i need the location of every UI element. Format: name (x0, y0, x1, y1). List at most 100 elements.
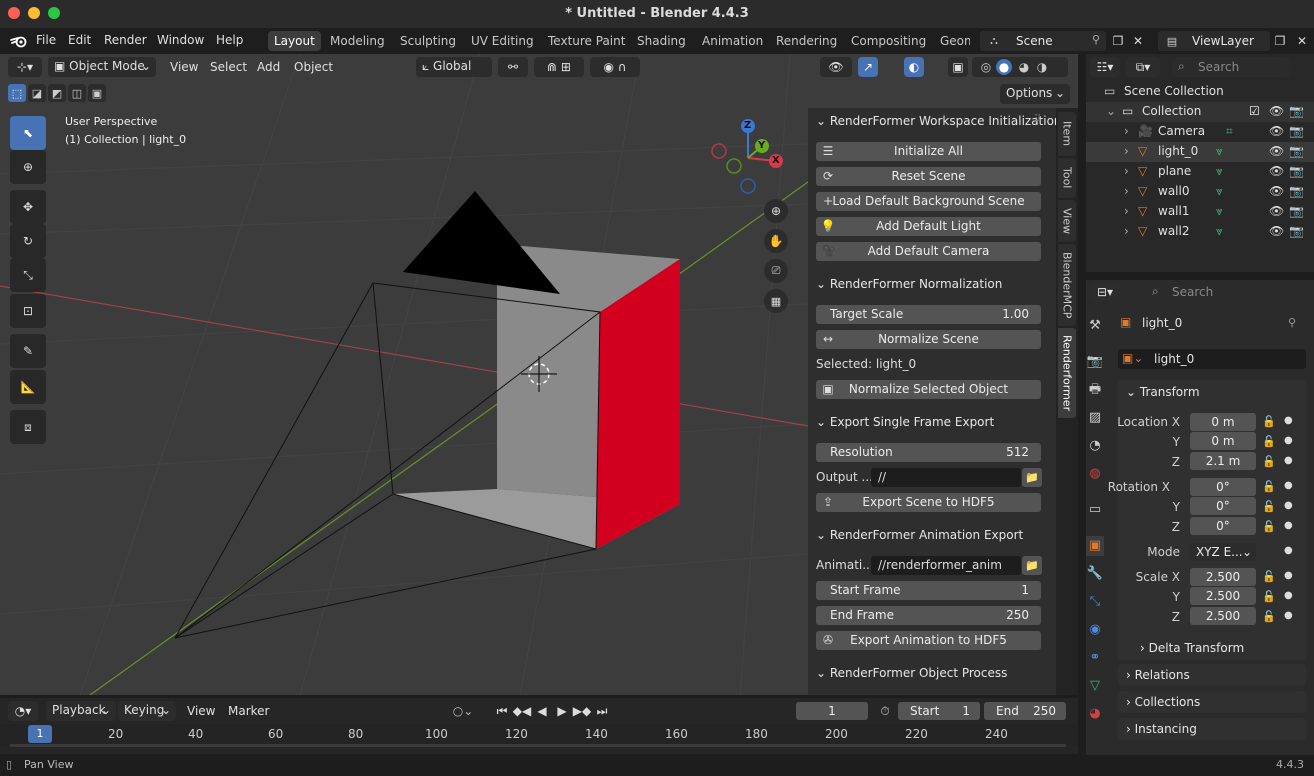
timeline-scrollbar[interactable] (10, 744, 1066, 747)
options-dropdown[interactable]: Options ⌄ (1000, 84, 1070, 104)
lock-icon[interactable]: 🔓 (1262, 415, 1276, 428)
select-invert-icon[interactable]: ◫ (68, 84, 86, 102)
outliner-item-wall1[interactable]: › ▽ wall1 ⩔ 👁 📷 (1086, 202, 1314, 222)
select-new-icon[interactable]: ⬚ (8, 84, 26, 102)
select-subtract-icon[interactable]: ◩ (48, 84, 66, 102)
keyframe-dot-icon[interactable]: ● (1284, 455, 1293, 466)
section-normalization-header[interactable]: ⌄ RenderFormer Normalization (816, 277, 1002, 291)
folder-icon[interactable]: 📁 (1022, 556, 1042, 575)
wireframe-shading-icon[interactable]: ◎ (978, 59, 994, 75)
eye-icon[interactable]: 👁 (1269, 144, 1284, 158)
export-scene-hdf5-button[interactable]: ⇪ Export Scene to HDF5 (816, 493, 1041, 512)
camera-render-icon[interactable]: 📷 (1289, 144, 1304, 158)
menu-edit[interactable]: Edit (68, 33, 91, 47)
eye-icon[interactable]: 👁 (1269, 204, 1284, 218)
delta-transform-header[interactable]: › Delta Transform (1140, 641, 1244, 655)
overlay-toggle-icon[interactable]: ◐ (904, 57, 924, 77)
outliner-search-input[interactable]: ⌕ Search (1172, 57, 1290, 77)
tab-compositing[interactable]: Compositing (845, 31, 932, 51)
tab-geometry-nodes[interactable]: Geom (934, 31, 970, 51)
menu-add[interactable]: Add (257, 60, 280, 74)
gizmo-toggle-icon[interactable]: ↗ (858, 57, 878, 77)
camera-render-icon[interactable]: 📷 (1289, 224, 1304, 238)
delete-scene-icon[interactable]: ✕ (1130, 33, 1146, 49)
camera-render-icon[interactable]: 📷 (1289, 204, 1304, 218)
tab-layout[interactable]: Layout (268, 31, 321, 51)
tab-tool[interactable]: Tool (1058, 158, 1076, 198)
keyframe-dot-icon[interactable]: ● (1284, 590, 1293, 601)
scale-x-field[interactable]: 2.500 (1190, 568, 1256, 586)
mesh-data-icon[interactable]: ⩔ (1216, 164, 1223, 179)
section-init-header[interactable]: ⌄ RenderFormer Workspace Initialization (816, 114, 1062, 128)
keyframe-dot-icon[interactable]: ● (1284, 415, 1293, 426)
object-name-input[interactable]: ▣⌄ light_0 (1118, 349, 1306, 369)
constraints-properties-icon[interactable]: ⚭ (1086, 648, 1104, 668)
eye-icon[interactable]: 👁 (1269, 124, 1284, 138)
modifier-properties-icon[interactable]: 🔧 (1086, 564, 1104, 584)
select-box-tool[interactable]: ⬉ (10, 116, 46, 150)
tab-rendering[interactable]: Rendering (770, 31, 843, 51)
view-layer-selector[interactable]: ▤ ViewLayer (1158, 31, 1270, 51)
tab-modeling[interactable]: Modeling (324, 31, 391, 51)
tool-settings-icon[interactable]: ⚒ (1086, 316, 1104, 336)
measure-tool[interactable]: 📐 (10, 370, 46, 404)
outliner-item-light-0[interactable]: › ▽ light_0 ⩔ 👁 📷 (1086, 142, 1314, 162)
menu-window[interactable]: Window (157, 33, 204, 47)
tab-view[interactable]: View (1058, 200, 1076, 242)
outliner-item-camera[interactable]: › 🎥 Camera ⌗ 👁 📷 (1086, 122, 1314, 142)
outliner-collection[interactable]: ⌄ ▭ Collection ☑ 👁 📷 (1086, 102, 1314, 122)
pin-icon[interactable]: ⚲ (1288, 316, 1296, 329)
output-path-input[interactable]: // (871, 468, 1021, 487)
transform-panel-header[interactable]: ⌄ Transform (1126, 385, 1200, 399)
location-z-field[interactable]: 2.1 m (1190, 452, 1256, 470)
mesh-data-icon[interactable]: ⩔ (1216, 204, 1223, 219)
outliner-item-wall2[interactable]: › ▽ wall2 ⩔ 👁 📷 (1086, 222, 1314, 242)
timeline-editor-icon[interactable]: ◔▾ (8, 701, 38, 721)
new-view-layer-icon[interactable]: ❐ (1272, 33, 1288, 49)
mesh-data-properties-icon[interactable]: ▽ (1086, 676, 1104, 696)
export-animation-hdf5-button[interactable]: ✇ Export Animation to HDF5 (816, 631, 1041, 650)
play-icon[interactable]: ▶ (552, 701, 572, 721)
jump-to-start-icon[interactable]: ⏮ (492, 701, 512, 721)
load-default-background-button[interactable]: + Load Default Background Scene (816, 192, 1041, 211)
keyframe-dot-icon[interactable]: ● (1284, 480, 1293, 491)
section-animation-header[interactable]: ⌄ RenderFormer Animation Export (816, 528, 1023, 542)
menu-object[interactable]: Object (294, 60, 333, 74)
perspective-toggle-icon[interactable]: ▦ (764, 289, 788, 313)
output-properties-icon[interactable]: 🖶 (1086, 380, 1104, 400)
eye-icon[interactable]: 👁 (1269, 184, 1284, 198)
mesh-data-icon[interactable]: ⩔ (1216, 224, 1223, 239)
current-frame-field[interactable]: 1 (796, 702, 868, 720)
outliner-scene-collection[interactable]: ▭ Scene Collection (1086, 82, 1314, 102)
shading-mode-group[interactable]: ◎ ● ◕ ◑ (972, 57, 1068, 77)
add-cube-tool[interactable]: ⧈ (10, 410, 46, 444)
menu-view[interactable]: View (170, 60, 198, 74)
transform-orientation-dropdown[interactable]: ⟀ Global (416, 57, 492, 77)
view-layer-properties-icon[interactable]: ▨ (1086, 408, 1104, 428)
keyframe-dot-icon[interactable]: ● (1284, 520, 1293, 531)
menu-render[interactable]: Render (104, 33, 147, 47)
keying-menu[interactable]: Keying ⌄ (118, 701, 176, 721)
rotation-y-field[interactable]: 0° (1190, 497, 1256, 515)
tab-texture-paint[interactable]: Texture Paint (542, 31, 631, 51)
jump-to-keyframe-forward-icon[interactable]: ▶◆ (572, 701, 592, 721)
select-intersect-icon[interactable]: ▣ (88, 84, 106, 102)
mesh-data-icon[interactable]: ⩔ (1216, 144, 1223, 159)
tab-shading[interactable]: Shading (631, 31, 692, 51)
lock-icon[interactable]: 🔓 (1262, 500, 1276, 513)
rotation-x-field[interactable]: 0° (1190, 478, 1256, 496)
tab-uv-editing[interactable]: UV Editing (465, 31, 540, 51)
tab-renderformer[interactable]: Renderformer (1058, 328, 1076, 418)
blender-logo-icon[interactable] (10, 33, 28, 49)
normalize-selected-button[interactable]: ▣ Normalize Selected Object (816, 380, 1041, 399)
lock-icon[interactable]: 🔓 (1262, 520, 1276, 533)
tab-blendermcp[interactable]: BlenderMCP (1058, 244, 1076, 326)
menu-help[interactable]: Help (216, 33, 243, 47)
display-mode-icon[interactable]: ⧉▾ (1126, 57, 1160, 77)
navigation-gizmo[interactable]: Z X Y (706, 116, 790, 200)
properties-search-input[interactable]: ⌕ Search (1146, 282, 1290, 302)
lock-icon[interactable]: 🔓 (1262, 435, 1276, 448)
resolution-field[interactable]: Resolution 512 (816, 443, 1041, 462)
particle-properties-icon[interactable]: ⤡ (1086, 592, 1104, 612)
start-frame-field[interactable]: Start Frame 1 (816, 581, 1041, 600)
